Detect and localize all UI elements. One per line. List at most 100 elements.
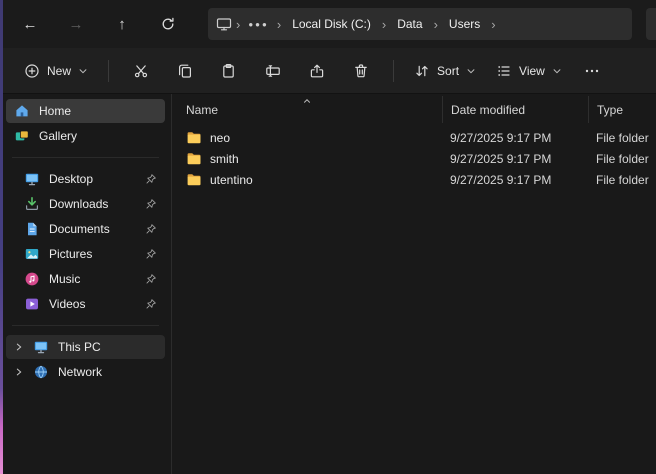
sort-ascending-icon [302, 96, 312, 106]
file-row-smith[interactable]: smith 9/27/2025 9:17 PM File folder [172, 148, 656, 169]
cut-button[interactable] [121, 55, 161, 87]
file-row-utentino[interactable]: utentino 9/27/2025 9:17 PM File folder [172, 169, 656, 190]
sidebar-item-label: Videos [49, 297, 85, 311]
refresh-icon [160, 16, 176, 32]
chevron-down-icon [466, 66, 476, 76]
column-header-date-modified[interactable]: Date modified [442, 96, 588, 123]
forward-button[interactable]: → [56, 7, 96, 41]
pin-icon [145, 273, 157, 285]
breadcrumb-chevron: › [489, 17, 497, 32]
column-header-type-label: Type [597, 103, 623, 117]
downloads-icon [24, 196, 40, 212]
back-icon: ← [23, 16, 38, 33]
sidebar-item-downloads[interactable]: Downloads [16, 192, 165, 216]
breadcrumb-chevron: › [432, 17, 440, 32]
breadcrumb-chevron: › [234, 17, 242, 32]
new-button[interactable]: New [14, 55, 98, 87]
column-header-type[interactable]: Type [588, 96, 656, 123]
chevron-down-icon [78, 66, 88, 76]
column-header-row: Name Date modified Type [172, 96, 656, 123]
file-name: utentino [210, 173, 253, 187]
sidebar-item-label: Downloads [49, 197, 108, 211]
music-icon [24, 271, 40, 287]
folder-icon [186, 151, 202, 167]
copy-icon [177, 63, 193, 79]
sidebar-item-desktop[interactable]: Desktop [16, 167, 165, 191]
paste-button[interactable] [209, 55, 249, 87]
sidebar-item-label: Documents [49, 222, 110, 236]
breadcrumb-item-users[interactable]: Users [442, 14, 487, 34]
file-type: File folder [588, 173, 656, 187]
desktop-icon [24, 171, 40, 187]
breadcrumb-item-drive[interactable]: Local Disk (C:) [285, 14, 378, 34]
chevron-right-icon [14, 342, 24, 352]
sort-button[interactable]: Sort [404, 55, 486, 87]
trash-icon [353, 63, 369, 79]
device-icon[interactable] [216, 16, 232, 32]
pin-icon [145, 298, 157, 310]
network-icon [33, 364, 49, 380]
refresh-button[interactable] [148, 7, 188, 41]
sidebar-item-label: This PC [58, 340, 101, 354]
rename-icon [265, 63, 281, 79]
view-button-label: View [519, 64, 545, 78]
pin-icon [145, 248, 157, 260]
share-button[interactable] [297, 55, 337, 87]
breadcrumb-item-data[interactable]: Data [390, 14, 429, 34]
search-input[interactable]: Se [646, 8, 656, 40]
file-row-neo[interactable]: neo 9/27/2025 9:17 PM File folder [172, 127, 656, 148]
toolbar-divider [393, 60, 394, 82]
file-name: neo [210, 131, 230, 145]
sidebar-item-label: Desktop [49, 172, 93, 186]
file-date: 9/27/2025 9:17 PM [442, 173, 588, 187]
view-button[interactable]: View [486, 55, 572, 87]
navigation-bar: ← → ↑ › ●●● › Local Disk (C:) › Data › U… [0, 0, 656, 48]
rename-button[interactable] [253, 55, 293, 87]
sidebar-item-home[interactable]: Home [6, 99, 165, 123]
file-type: File folder [588, 131, 656, 145]
up-button[interactable]: ↑ [102, 7, 142, 41]
gallery-icon [14, 128, 30, 144]
sidebar-item-pictures[interactable]: Pictures [16, 242, 165, 266]
folder-icon [186, 130, 202, 146]
pin-icon [145, 223, 157, 235]
file-type: File folder [588, 152, 656, 166]
pictures-icon [24, 246, 40, 262]
file-list-pane: Name Date modified Type neo 9/27/2025 9:… [172, 94, 656, 474]
pin-icon [145, 173, 157, 185]
sidebar-item-network[interactable]: Network [6, 360, 165, 384]
column-header-date-label: Date modified [451, 103, 525, 117]
column-header-name[interactable]: Name [172, 96, 442, 123]
sidebar-item-label: Home [39, 104, 71, 118]
more-options-button[interactable] [574, 55, 610, 87]
videos-icon [24, 296, 40, 312]
folder-icon [186, 172, 202, 188]
file-date: 9/27/2025 9:17 PM [442, 131, 588, 145]
pin-icon [145, 198, 157, 210]
sidebar-item-documents[interactable]: Documents [16, 217, 165, 241]
ellipsis-icon [584, 63, 600, 79]
delete-button[interactable] [341, 55, 381, 87]
sidebar-item-videos[interactable]: Videos [16, 292, 165, 316]
view-icon [496, 63, 512, 79]
documents-icon [24, 221, 40, 237]
scissors-icon [133, 63, 149, 79]
copy-button[interactable] [165, 55, 205, 87]
chevron-down-icon [552, 66, 562, 76]
breadcrumb-chevron: › [380, 17, 388, 32]
address-bar[interactable]: › ●●● › Local Disk (C:) › Data › Users › [208, 8, 632, 40]
breadcrumb-overflow[interactable]: ●●● [244, 20, 273, 29]
sidebar-item-this-pc[interactable]: This PC [6, 335, 165, 359]
sidebar-item-label: Gallery [39, 129, 77, 143]
forward-icon: → [69, 16, 84, 33]
sidebar-item-music[interactable]: Music [16, 267, 165, 291]
sort-button-label: Sort [437, 64, 459, 78]
back-button[interactable]: ← [10, 7, 50, 41]
sidebar-item-label: Network [58, 365, 102, 379]
chevron-right-icon [14, 367, 24, 377]
sidebar-item-label: Pictures [49, 247, 92, 261]
new-button-label: New [47, 64, 71, 78]
sidebar-item-gallery[interactable]: Gallery [6, 124, 165, 148]
toolbar-divider [108, 60, 109, 82]
breadcrumb-chevron: › [275, 17, 283, 32]
